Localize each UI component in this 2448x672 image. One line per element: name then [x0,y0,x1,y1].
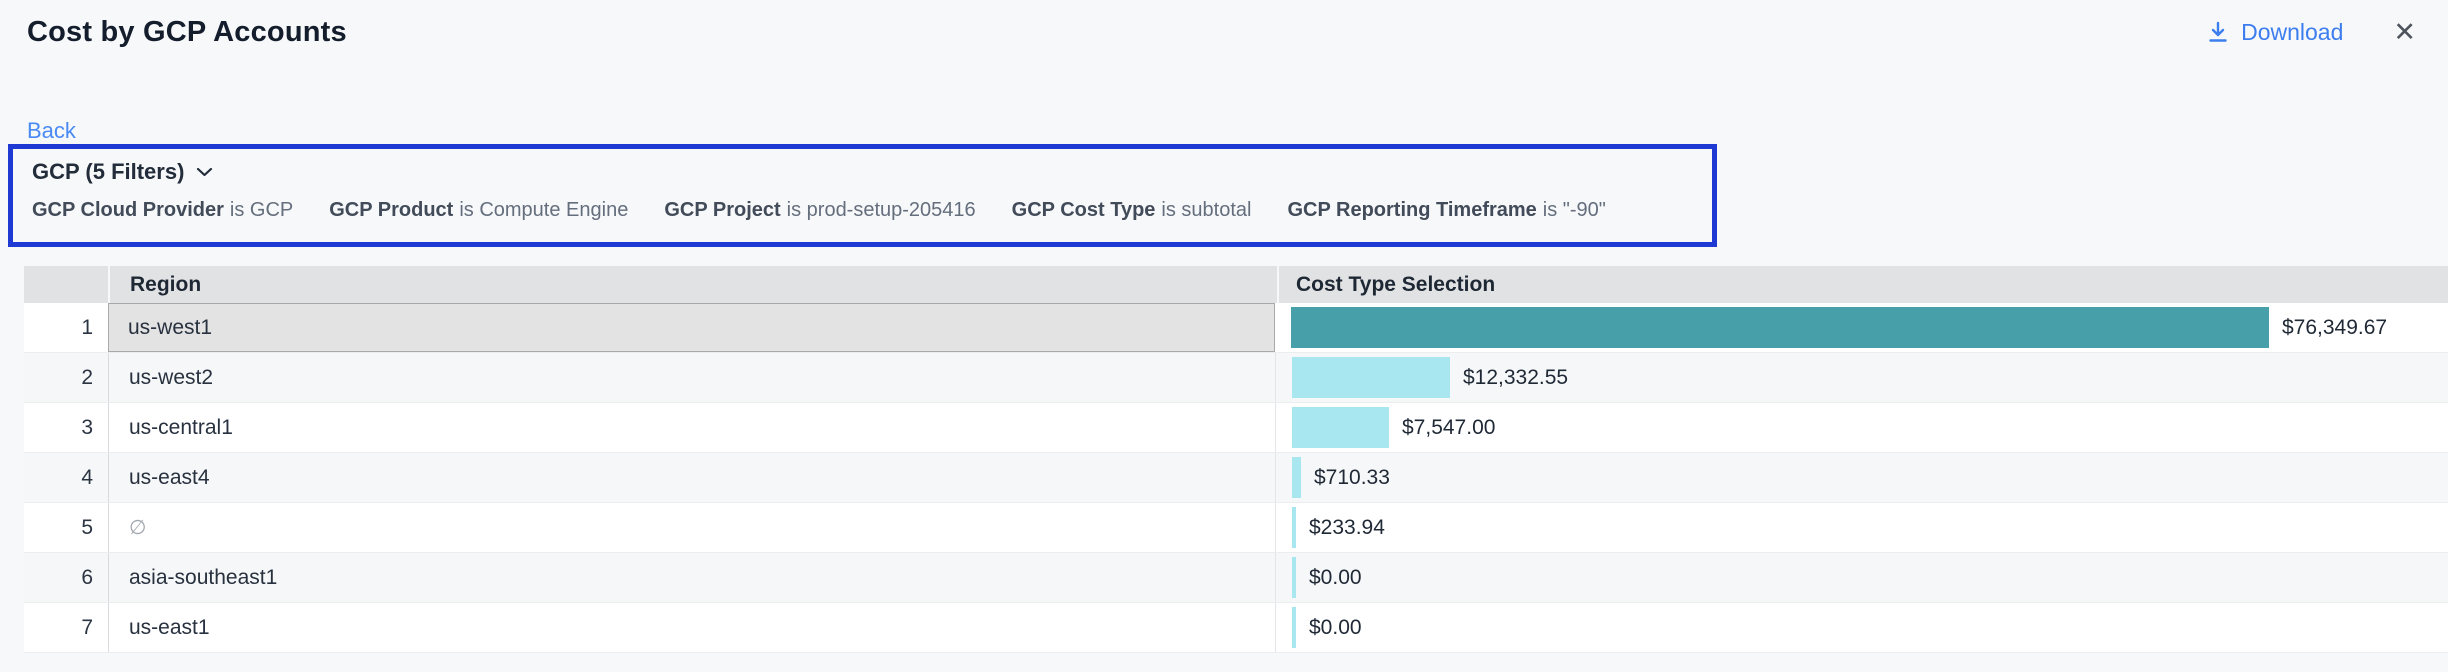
table-row[interactable]: 6 asia-southeast1 $0.00 [24,553,2448,603]
row-number: 7 [24,603,108,652]
region-cell[interactable]: us-east1 [108,603,1275,652]
cost-bar [1292,357,1450,398]
cost-cell[interactable]: $7,547.00 [1275,403,2448,452]
filter-summary-label: GCP (5 Filters) [32,159,184,185]
cost-bar [1292,407,1389,448]
filter-summary-dropdown[interactable]: GCP (5 Filters) [32,159,213,185]
table-row[interactable]: 3 us-central1 $7,547.00 [24,403,2448,453]
filter-condition: GCP Projectis prod-setup-205416 [664,199,975,222]
cost-table: Region Cost Type Selection 1 us-west1 $7… [24,266,2448,653]
filter-list: GCP Cloud Provideris GCP GCP Productis Co… [32,199,1694,222]
table-row[interactable]: 1 us-west1 $76,349.67 [24,303,2448,353]
download-icon [2206,20,2230,44]
download-button[interactable]: Download [2206,19,2343,46]
region-cell[interactable]: ∅ [108,503,1275,552]
cost-value: $0.00 [1309,616,1362,640]
row-number: 6 [24,553,108,602]
cost-bar [1292,557,1296,598]
top-actions: Download ✕ [2206,17,2420,48]
column-header-index [24,266,108,303]
chevron-down-icon [196,166,213,178]
cost-cell[interactable]: $233.94 [1275,503,2448,552]
table-header-row: Region Cost Type Selection [24,266,2448,303]
filter-condition: GCP Reporting Timeframeis "-90" [1287,199,1605,222]
filter-condition: GCP Productis Compute Engine [329,199,628,222]
back-link[interactable]: Back [27,118,76,144]
region-cell[interactable]: us-west2 [108,353,1275,402]
cost-cell[interactable]: $0.00 [1275,603,2448,652]
row-number: 5 [24,503,108,552]
region-cell[interactable]: us-west1 [108,303,1275,352]
column-header-region[interactable]: Region [110,266,1277,303]
filter-condition: GCP Cloud Provideris GCP [32,199,293,222]
cost-value: $710.33 [1314,466,1390,490]
cost-bar [1291,307,2269,348]
cost-cell[interactable]: $710.33 [1275,453,2448,502]
table-body: 1 us-west1 $76,349.67 2 us-west2 $12,332… [24,303,2448,653]
cost-value: $0.00 [1309,566,1362,590]
table-row[interactable]: 7 us-east1 $0.00 [24,603,2448,653]
cost-bar [1292,457,1301,498]
cost-cell[interactable]: $76,349.67 [1275,303,2448,352]
cost-value: $233.94 [1309,516,1385,540]
row-number: 2 [24,353,108,402]
cost-bar [1292,607,1296,648]
cost-value: $12,332.55 [1463,366,1568,390]
cost-cell[interactable]: $12,332.55 [1275,353,2448,402]
region-cell[interactable]: us-central1 [108,403,1275,452]
table-row[interactable]: 5 ∅ $233.94 [24,503,2448,553]
row-number: 1 [24,303,108,352]
cost-cell[interactable]: $0.00 [1275,553,2448,602]
row-number: 3 [24,403,108,452]
cost-bar [1292,507,1296,548]
filter-condition: GCP Cost Typeis subtotal [1012,199,1252,222]
cost-value: $76,349.67 [2282,316,2387,340]
top-bar: Cost by GCP Accounts Download ✕ [0,0,2448,64]
row-number: 4 [24,453,108,502]
table-row[interactable]: 2 us-west2 $12,332.55 [24,353,2448,403]
region-cell[interactable]: us-east4 [108,453,1275,502]
page-title: Cost by GCP Accounts [27,16,347,49]
region-cell[interactable]: asia-southeast1 [108,553,1275,602]
cost-value: $7,547.00 [1402,416,1495,440]
close-icon[interactable]: ✕ [2389,17,2420,48]
table-row[interactable]: 4 us-east4 $710.33 [24,453,2448,503]
filter-box: GCP (5 Filters) GCP Cloud Provideris GCP… [8,144,1717,247]
cost-by-gcp-panel: Cost by GCP Accounts Download ✕ Back GCP… [0,0,2448,672]
download-label: Download [2241,19,2343,46]
column-header-cost[interactable]: Cost Type Selection [1279,266,2448,303]
